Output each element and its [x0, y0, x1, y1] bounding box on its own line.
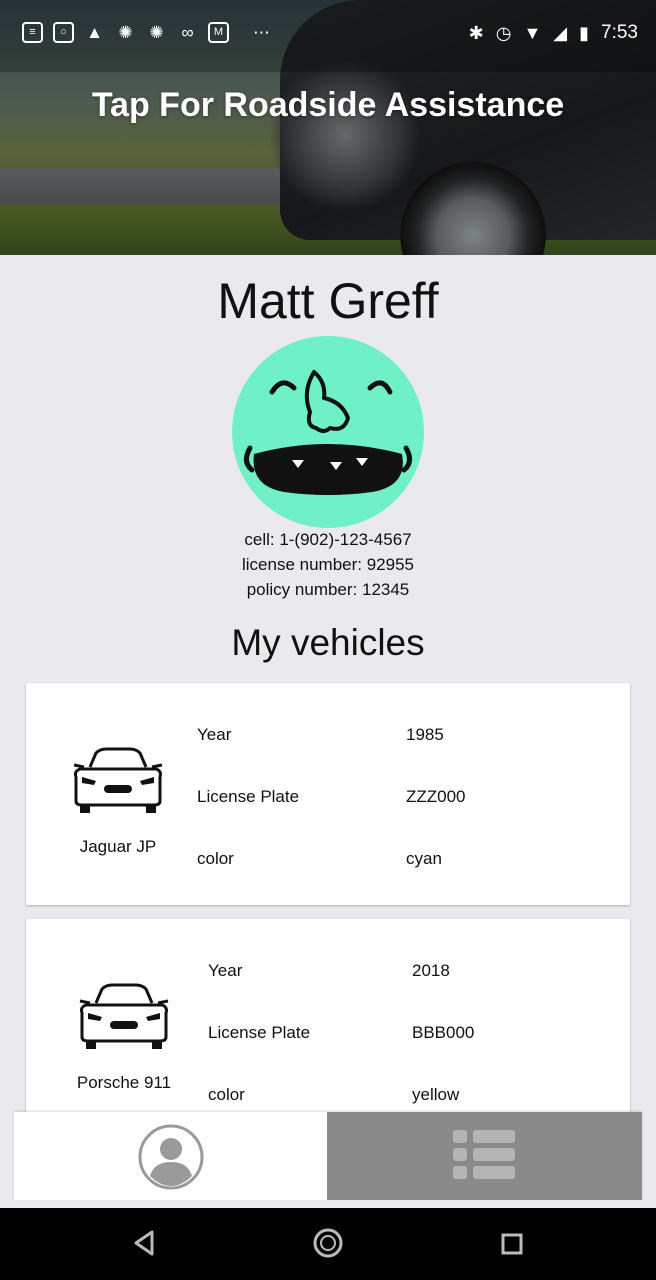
list-icon: [453, 1130, 515, 1179]
vehicle-plate-value: BBB000: [412, 1023, 475, 1042]
arrow-app-icon: ▲: [86, 23, 103, 42]
more-icon: ⋯: [253, 23, 270, 42]
vehicle-year-label: Year: [197, 725, 232, 744]
status-time: 7:53: [601, 22, 638, 43]
instagram-icon: ○: [53, 22, 74, 43]
bluetooth-icon: ✱: [468, 22, 484, 43]
cbc-icon: ✺: [149, 23, 164, 42]
vehicle-color-value: cyan: [406, 849, 442, 868]
bottom-tab-bar: [14, 1112, 642, 1200]
tab-profile[interactable]: [14, 1112, 327, 1200]
vehicle-name: Jaguar JP: [79, 837, 157, 856]
cbc-icon: ✺: [118, 23, 133, 42]
recents-icon[interactable]: [500, 1232, 524, 1256]
vehicle-card[interactable]: Jaguar JP Year 1985 License Plate ZZZ000…: [26, 683, 630, 905]
vehicle-plate-value: ZZZ000: [406, 787, 466, 806]
vehicle-card[interactable]: Porsche 911 Year 2018 License Plate BBB0…: [26, 919, 630, 1141]
status-bar: ≡ ○ ▲ ✺ ✺ ∞ M ⋯ ✱ ◷ ▼ ◢ ▮ 7:53: [0, 0, 656, 72]
vehicles-section-title: My vehicles: [231, 622, 425, 663]
vehicle-name: Porsche 911: [76, 1073, 172, 1092]
voicemail-icon: ∞: [181, 23, 194, 42]
alarm-icon: ◷: [495, 22, 512, 43]
monster-face-icon: [244, 370, 412, 495]
avatar[interactable]: [232, 336, 424, 528]
banner-title: Tap For Roadside Assistance: [91, 86, 565, 124]
wifi-icon: ▼: [523, 22, 542, 43]
profile-cell: cell: 1-(902)-123-4567: [244, 530, 412, 549]
battery-icon: ▮: [579, 22, 590, 43]
gmail-icon: M: [208, 22, 229, 43]
roadside-assistance-banner[interactable]: ≡ ○ ▲ ✺ ✺ ∞ M ⋯ ✱ ◷ ▼ ◢ ▮ 7:53 Tap For R…: [0, 0, 656, 255]
home-icon[interactable]: [312, 1227, 344, 1259]
tab-vehicle-list[interactable]: [327, 1112, 642, 1200]
car-icon: [73, 747, 163, 813]
vehicle-color-label: color: [197, 849, 234, 868]
vehicle-plate-label: License Plate: [208, 1023, 311, 1042]
vehicle-plate-label: License Plate: [197, 787, 300, 806]
back-icon[interactable]: [130, 1226, 156, 1260]
vehicle-color-label: color: [208, 1085, 245, 1104]
profile-icon: [138, 1124, 204, 1190]
message-icon: ≡: [22, 22, 43, 43]
profile-name: Matt Greff: [217, 273, 439, 329]
car-icon: [79, 983, 169, 1049]
profile-license: license number: 92955: [241, 555, 414, 574]
vehicle-year-label: Year: [208, 961, 243, 980]
vehicle-year-value: 1985: [406, 725, 444, 744]
vehicle-color-value: yellow: [412, 1085, 460, 1104]
signal-icon: ◢: [553, 22, 568, 43]
profile-policy: policy number: 12345: [246, 580, 410, 599]
vehicle-year-value: 2018: [412, 961, 450, 980]
